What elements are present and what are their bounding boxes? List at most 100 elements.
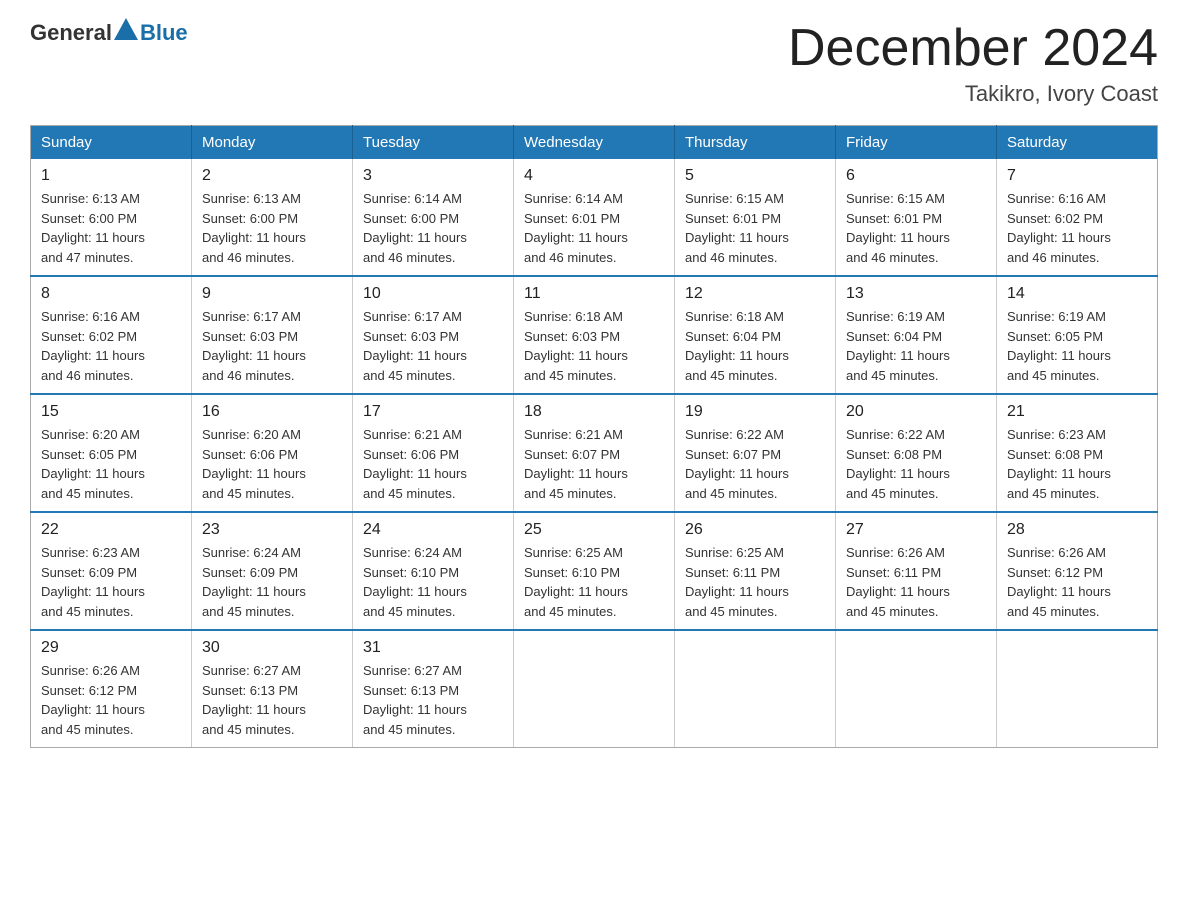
day-info: Sunrise: 6:15 AMSunset: 6:01 PMDaylight:… bbox=[685, 189, 825, 267]
day-info: Sunrise: 6:20 AMSunset: 6:05 PMDaylight:… bbox=[41, 425, 181, 503]
day-number: 12 bbox=[685, 285, 825, 303]
day-number: 14 bbox=[1007, 285, 1147, 303]
day-info: Sunrise: 6:15 AMSunset: 6:01 PMDaylight:… bbox=[846, 189, 986, 267]
day-number: 5 bbox=[685, 167, 825, 185]
day-info: Sunrise: 6:24 AMSunset: 6:10 PMDaylight:… bbox=[363, 543, 503, 621]
day-number: 17 bbox=[363, 403, 503, 421]
day-number: 27 bbox=[846, 521, 986, 539]
day-number: 28 bbox=[1007, 521, 1147, 539]
calendar-cell: 24 Sunrise: 6:24 AMSunset: 6:10 PMDaylig… bbox=[353, 512, 514, 630]
calendar-cell: 4 Sunrise: 6:14 AMSunset: 6:01 PMDayligh… bbox=[514, 159, 675, 276]
title-section: December 2024 Takikro, Ivory Coast bbox=[788, 20, 1158, 107]
calendar-cell: 23 Sunrise: 6:24 AMSunset: 6:09 PMDaylig… bbox=[192, 512, 353, 630]
day-info: Sunrise: 6:23 AMSunset: 6:09 PMDaylight:… bbox=[41, 543, 181, 621]
day-info: Sunrise: 6:22 AMSunset: 6:08 PMDaylight:… bbox=[846, 425, 986, 503]
day-info: Sunrise: 6:17 AMSunset: 6:03 PMDaylight:… bbox=[363, 307, 503, 385]
day-number: 20 bbox=[846, 403, 986, 421]
calendar-cell: 29 Sunrise: 6:26 AMSunset: 6:12 PMDaylig… bbox=[31, 630, 192, 748]
day-info: Sunrise: 6:13 AMSunset: 6:00 PMDaylight:… bbox=[41, 189, 181, 267]
calendar-cell: 17 Sunrise: 6:21 AMSunset: 6:06 PMDaylig… bbox=[353, 394, 514, 512]
calendar-header-row: SundayMondayTuesdayWednesdayThursdayFrid… bbox=[31, 126, 1158, 160]
day-number: 3 bbox=[363, 167, 503, 185]
header-sunday: Sunday bbox=[31, 126, 192, 160]
calendar-cell: 26 Sunrise: 6:25 AMSunset: 6:11 PMDaylig… bbox=[675, 512, 836, 630]
calendar-cell: 28 Sunrise: 6:26 AMSunset: 6:12 PMDaylig… bbox=[997, 512, 1158, 630]
calendar-cell: 15 Sunrise: 6:20 AMSunset: 6:05 PMDaylig… bbox=[31, 394, 192, 512]
day-info: Sunrise: 6:22 AMSunset: 6:07 PMDaylight:… bbox=[685, 425, 825, 503]
day-info: Sunrise: 6:16 AMSunset: 6:02 PMDaylight:… bbox=[41, 307, 181, 385]
calendar-cell: 1 Sunrise: 6:13 AMSunset: 6:00 PMDayligh… bbox=[31, 159, 192, 276]
calendar-cell: 22 Sunrise: 6:23 AMSunset: 6:09 PMDaylig… bbox=[31, 512, 192, 630]
day-number: 31 bbox=[363, 639, 503, 657]
calendar-cell: 19 Sunrise: 6:22 AMSunset: 6:07 PMDaylig… bbox=[675, 394, 836, 512]
day-number: 29 bbox=[41, 639, 181, 657]
day-info: Sunrise: 6:16 AMSunset: 6:02 PMDaylight:… bbox=[1007, 189, 1147, 267]
day-number: 4 bbox=[524, 167, 664, 185]
day-number: 24 bbox=[363, 521, 503, 539]
calendar-cell bbox=[514, 630, 675, 748]
day-info: Sunrise: 6:23 AMSunset: 6:08 PMDaylight:… bbox=[1007, 425, 1147, 503]
day-info: Sunrise: 6:13 AMSunset: 6:00 PMDaylight:… bbox=[202, 189, 342, 267]
calendar-cell: 18 Sunrise: 6:21 AMSunset: 6:07 PMDaylig… bbox=[514, 394, 675, 512]
day-number: 15 bbox=[41, 403, 181, 421]
day-info: Sunrise: 6:18 AMSunset: 6:04 PMDaylight:… bbox=[685, 307, 825, 385]
header-thursday: Thursday bbox=[675, 126, 836, 160]
day-info: Sunrise: 6:27 AMSunset: 6:13 PMDaylight:… bbox=[363, 661, 503, 739]
day-info: Sunrise: 6:27 AMSunset: 6:13 PMDaylight:… bbox=[202, 661, 342, 739]
page-title: December 2024 bbox=[788, 20, 1158, 77]
day-number: 2 bbox=[202, 167, 342, 185]
day-info: Sunrise: 6:19 AMSunset: 6:04 PMDaylight:… bbox=[846, 307, 986, 385]
calendar-cell: 7 Sunrise: 6:16 AMSunset: 6:02 PMDayligh… bbox=[997, 159, 1158, 276]
day-number: 30 bbox=[202, 639, 342, 657]
day-info: Sunrise: 6:21 AMSunset: 6:06 PMDaylight:… bbox=[363, 425, 503, 503]
day-info: Sunrise: 6:14 AMSunset: 6:01 PMDaylight:… bbox=[524, 189, 664, 267]
day-number: 9 bbox=[202, 285, 342, 303]
day-number: 18 bbox=[524, 403, 664, 421]
calendar-week-2: 8 Sunrise: 6:16 AMSunset: 6:02 PMDayligh… bbox=[31, 276, 1158, 394]
day-info: Sunrise: 6:17 AMSunset: 6:03 PMDaylight:… bbox=[202, 307, 342, 385]
day-info: Sunrise: 6:19 AMSunset: 6:05 PMDaylight:… bbox=[1007, 307, 1147, 385]
day-number: 11 bbox=[524, 285, 664, 303]
day-info: Sunrise: 6:26 AMSunset: 6:12 PMDaylight:… bbox=[41, 661, 181, 739]
day-info: Sunrise: 6:18 AMSunset: 6:03 PMDaylight:… bbox=[524, 307, 664, 385]
day-info: Sunrise: 6:25 AMSunset: 6:10 PMDaylight:… bbox=[524, 543, 664, 621]
day-info: Sunrise: 6:26 AMSunset: 6:12 PMDaylight:… bbox=[1007, 543, 1147, 621]
day-number: 25 bbox=[524, 521, 664, 539]
day-number: 8 bbox=[41, 285, 181, 303]
day-number: 19 bbox=[685, 403, 825, 421]
calendar-week-1: 1 Sunrise: 6:13 AMSunset: 6:00 PMDayligh… bbox=[31, 159, 1158, 276]
calendar-cell: 31 Sunrise: 6:27 AMSunset: 6:13 PMDaylig… bbox=[353, 630, 514, 748]
day-number: 13 bbox=[846, 285, 986, 303]
day-info: Sunrise: 6:20 AMSunset: 6:06 PMDaylight:… bbox=[202, 425, 342, 503]
day-info: Sunrise: 6:26 AMSunset: 6:11 PMDaylight:… bbox=[846, 543, 986, 621]
day-info: Sunrise: 6:14 AMSunset: 6:00 PMDaylight:… bbox=[363, 189, 503, 267]
header-wednesday: Wednesday bbox=[514, 126, 675, 160]
calendar-cell: 9 Sunrise: 6:17 AMSunset: 6:03 PMDayligh… bbox=[192, 276, 353, 394]
calendar-cell: 8 Sunrise: 6:16 AMSunset: 6:02 PMDayligh… bbox=[31, 276, 192, 394]
calendar-cell: 6 Sunrise: 6:15 AMSunset: 6:01 PMDayligh… bbox=[836, 159, 997, 276]
calendar-cell: 11 Sunrise: 6:18 AMSunset: 6:03 PMDaylig… bbox=[514, 276, 675, 394]
calendar-cell: 27 Sunrise: 6:26 AMSunset: 6:11 PMDaylig… bbox=[836, 512, 997, 630]
day-number: 10 bbox=[363, 285, 503, 303]
calendar-cell: 14 Sunrise: 6:19 AMSunset: 6:05 PMDaylig… bbox=[997, 276, 1158, 394]
header-saturday: Saturday bbox=[997, 126, 1158, 160]
calendar-cell: 12 Sunrise: 6:18 AMSunset: 6:04 PMDaylig… bbox=[675, 276, 836, 394]
calendar-week-3: 15 Sunrise: 6:20 AMSunset: 6:05 PMDaylig… bbox=[31, 394, 1158, 512]
logo: General Blue bbox=[30, 20, 188, 46]
day-number: 7 bbox=[1007, 167, 1147, 185]
calendar-week-5: 29 Sunrise: 6:26 AMSunset: 6:12 PMDaylig… bbox=[31, 630, 1158, 748]
day-number: 6 bbox=[846, 167, 986, 185]
calendar-week-4: 22 Sunrise: 6:23 AMSunset: 6:09 PMDaylig… bbox=[31, 512, 1158, 630]
logo-blue-text: Blue bbox=[140, 20, 188, 46]
calendar-cell: 5 Sunrise: 6:15 AMSunset: 6:01 PMDayligh… bbox=[675, 159, 836, 276]
day-number: 26 bbox=[685, 521, 825, 539]
header-friday: Friday bbox=[836, 126, 997, 160]
logo-triangle-icon bbox=[114, 18, 138, 40]
calendar-cell bbox=[997, 630, 1158, 748]
day-number: 22 bbox=[41, 521, 181, 539]
header-tuesday: Tuesday bbox=[353, 126, 514, 160]
calendar-cell: 21 Sunrise: 6:23 AMSunset: 6:08 PMDaylig… bbox=[997, 394, 1158, 512]
page-header: General Blue December 2024 Takikro, Ivor… bbox=[30, 20, 1158, 107]
page-subtitle: Takikro, Ivory Coast bbox=[788, 81, 1158, 107]
calendar-cell bbox=[675, 630, 836, 748]
